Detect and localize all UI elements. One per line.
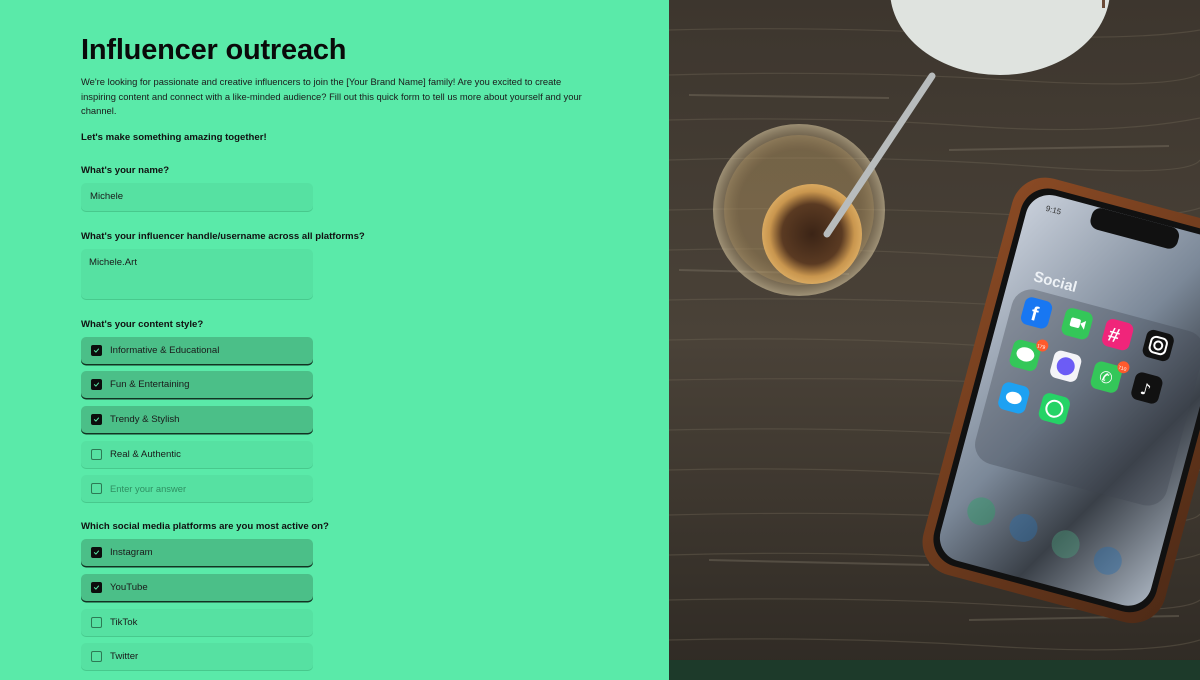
checkmark-icon <box>93 417 100 422</box>
question-name-label: What's your name? <box>81 164 170 176</box>
table-edge <box>669 660 1200 680</box>
checkbox-checked-icon[interactable] <box>91 413 102 425</box>
name-input[interactable]: Michele <box>81 182 313 211</box>
question-content-style-label: What's your content style? <box>81 318 204 330</box>
content-style-option-label: Trendy & Stylish <box>110 413 180 425</box>
checkmark-icon <box>93 585 100 590</box>
content-style-option-label: Informative & Educational <box>110 344 220 356</box>
checkbox-icon[interactable] <box>91 483 102 495</box>
platform-option[interactable]: Twitter <box>81 643 313 671</box>
platform-option[interactable]: TikTok <box>81 608 313 636</box>
form-tagline: Let's make something amazing together! <box>81 131 267 143</box>
question-platforms-label: Which social media platforms are you mos… <box>81 521 329 533</box>
checkbox-checked-icon[interactable] <box>91 581 102 593</box>
checkbox-checked-icon[interactable] <box>91 547 102 559</box>
form-title: Influencer outreach <box>81 34 347 66</box>
content-style-option[interactable]: Trendy & Stylish <box>81 405 313 433</box>
checkbox-icon[interactable] <box>91 616 102 628</box>
platform-option[interactable]: YouTube <box>81 573 313 601</box>
content-style-option-label: Real & Authentic <box>110 448 181 460</box>
checkbox-icon[interactable] <box>91 651 102 663</box>
content-style-option[interactable]: Informative & Educational <box>81 336 313 364</box>
platform-option-label: TikTok <box>110 616 138 628</box>
checkmark-icon <box>93 347 100 353</box>
platform-option[interactable]: Instagram <box>81 539 313 567</box>
content-style-option[interactable]: Real & Authentic <box>81 440 313 468</box>
content-style-other-option[interactable]: Enter your answer <box>81 475 313 503</box>
checkbox-checked-icon[interactable] <box>91 344 102 356</box>
hero-photo: 9:15 5G Social f # 179 ✆ <box>669 0 1200 680</box>
form-panel: Influencer outreach We're looking for pa… <box>0 0 669 680</box>
content-style-options: Informative & Educational Fun & Entertain… <box>81 336 601 468</box>
checkmark-icon <box>93 382 100 387</box>
checkbox-checked-icon[interactable] <box>91 379 102 391</box>
other-answer-input[interactable]: Enter your answer <box>110 483 186 494</box>
photo-illustration: 9:15 5G Social f # 179 ✆ <box>669 0 1200 680</box>
checkmark-icon <box>93 550 100 555</box>
platform-option-label: Twitter <box>110 651 139 663</box>
form-content: Influencer outreach We're looking for pa… <box>81 32 601 678</box>
platform-options: Instagram YouTube TikTok Twitter <box>81 539 601 671</box>
platform-option-label: Instagram <box>110 547 153 559</box>
content-style-option[interactable]: Fun & Entertaining <box>81 371 313 399</box>
form-intro: We're looking for passionate and creativ… <box>81 76 582 116</box>
checkbox-icon[interactable] <box>91 448 102 460</box>
platform-option-label: YouTube <box>110 581 148 593</box>
content-style-option-label: Fun & Entertaining <box>110 379 190 391</box>
handle-input[interactable]: Michele.Art <box>81 248 313 299</box>
question-handle-label: What's your influencer handle/username a… <box>81 230 365 242</box>
